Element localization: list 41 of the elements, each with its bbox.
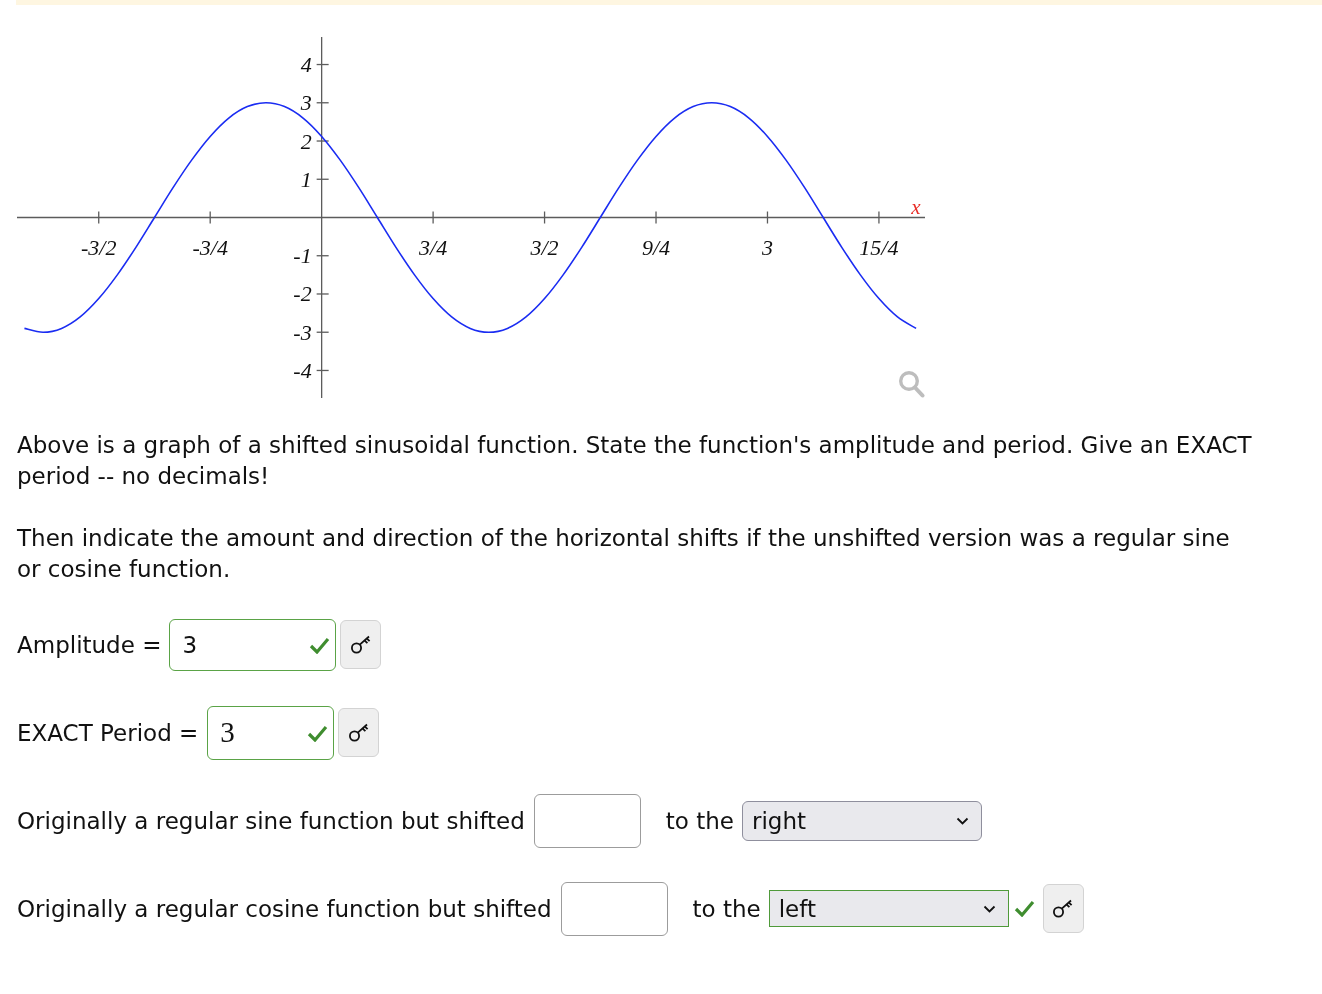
y-tick-label: 3 (300, 90, 312, 116)
x-tick-label: 3/4 (419, 234, 448, 260)
y-tick-label: -3 (293, 319, 312, 345)
key-button[interactable] (340, 620, 382, 669)
answer-field[interactable]: 3 (207, 705, 335, 760)
x-tick-label: 3/2 (530, 234, 559, 260)
key-icon[interactable] (349, 634, 372, 655)
field-label: Originally a regular cosine function but shifted (17, 895, 552, 922)
question-text: Above is a graph of a shifted sinusoidal function. State the function's amplitude and period. Give an EXACT period -- no decimals! (17, 431, 1253, 491)
y-tick-label: 2 (300, 128, 312, 154)
key-icon[interactable] (347, 722, 370, 743)
y-tick-label: -2 (293, 281, 312, 307)
field-label: Originally a regular sine function but shifted (17, 807, 525, 834)
chevron-down-icon[interactable] (956, 816, 969, 825)
checkmark-icon (307, 724, 329, 742)
key-icon[interactable] (1052, 898, 1075, 919)
direction-label: to the (692, 895, 761, 922)
direction-select[interactable]: right (742, 800, 982, 841)
question-text: Then indicate the amount and direction of the horizontal shifts if the unshifted version was a regular sine or cosine function. (17, 524, 1231, 584)
y-tick-label: -4 (293, 357, 312, 383)
key-button[interactable] (1042, 884, 1084, 933)
x-tick-label: -3/4 (192, 234, 228, 260)
y-tick-label: -1 (293, 243, 312, 269)
field-label: Amplitude = (17, 631, 162, 658)
answer-field[interactable]: 3 (169, 618, 337, 671)
x-tick-label: -3/2 (81, 234, 117, 260)
direction-select[interactable]: left (768, 890, 1009, 927)
y-tick-label: 4 (300, 52, 312, 78)
x-tick-label: 9/4 (641, 234, 671, 260)
direction-label: to the (665, 807, 734, 834)
key-button[interactable] (338, 708, 380, 757)
answer-field[interactable] (533, 793, 641, 848)
chevron-down-icon[interactable] (982, 904, 996, 913)
checkmark-icon (309, 636, 331, 654)
x-tick-label: 3 (761, 234, 773, 260)
answer-field[interactable] (560, 881, 668, 936)
x-tick-label: 15/4 (859, 234, 899, 260)
checkmark-icon (1013, 900, 1035, 917)
x-axis-label: x (911, 194, 921, 219)
field-label: EXACT Period = (17, 719, 199, 746)
y-tick-label: 1 (300, 166, 312, 192)
